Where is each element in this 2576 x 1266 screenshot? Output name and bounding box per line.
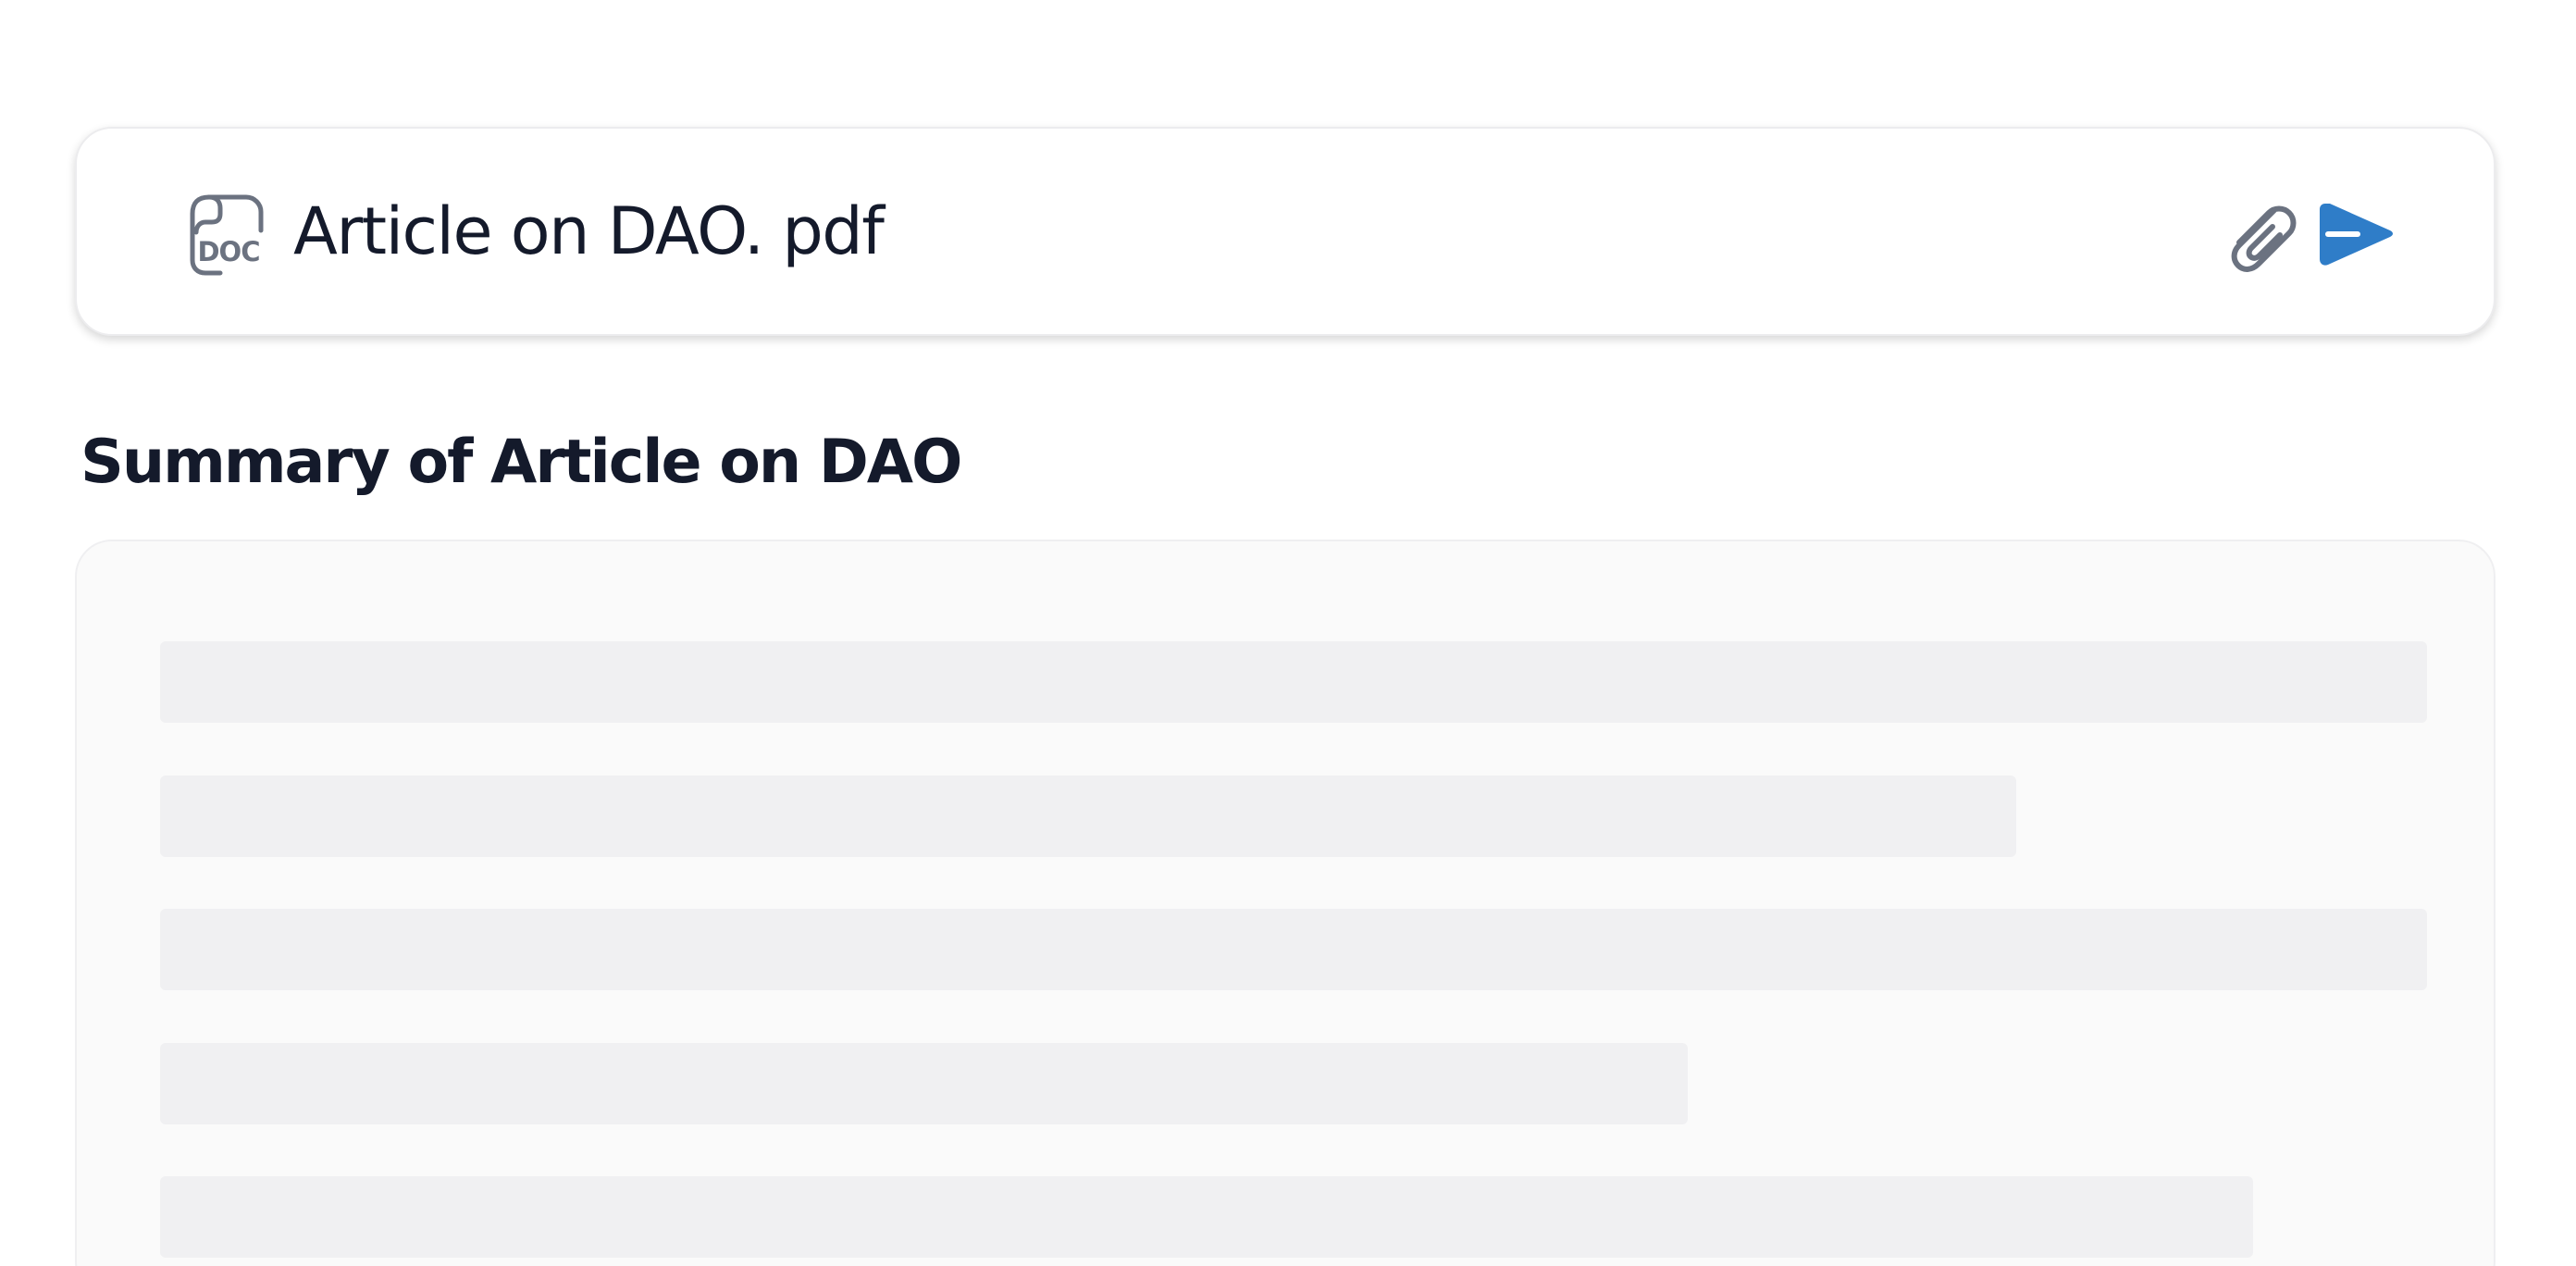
skeleton-line bbox=[160, 641, 2427, 723]
skeleton-line bbox=[160, 909, 2427, 990]
prompt-bar: DOC Article on DAO. pdf bbox=[75, 127, 2496, 336]
file-name: Article on DAO. pdf bbox=[293, 193, 885, 269]
doc-file-icon: DOC bbox=[190, 194, 264, 276]
summary-card bbox=[75, 540, 2496, 1266]
paperclip-icon[interactable] bbox=[2217, 195, 2298, 277]
send-icon[interactable] bbox=[2318, 200, 2394, 268]
svg-text:DOC: DOC bbox=[197, 236, 259, 267]
skeleton-line bbox=[160, 1043, 1688, 1124]
skeleton-line bbox=[160, 1176, 2253, 1258]
skeleton-line bbox=[160, 776, 2016, 857]
summary-title: Summary of Article on DAO bbox=[80, 428, 962, 497]
page: DOC Article on DAO. pdf Summary of Artic… bbox=[0, 0, 2576, 1266]
